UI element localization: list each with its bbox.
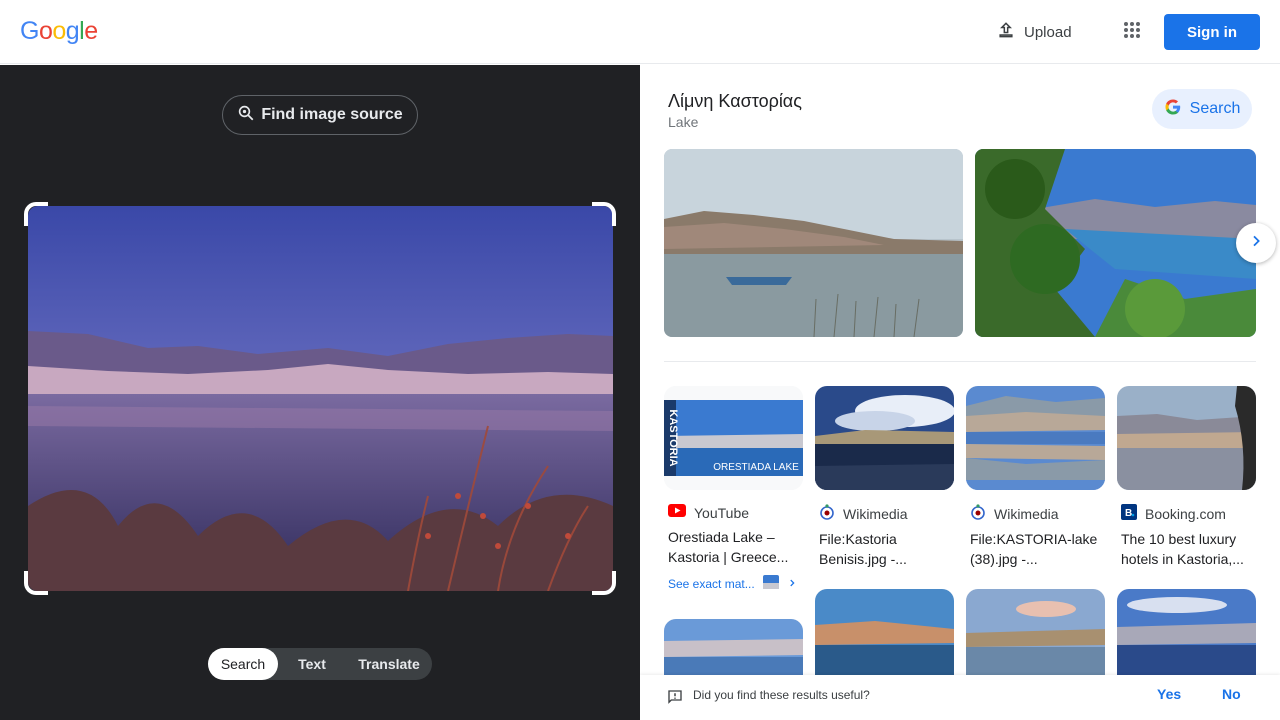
sign-in-button[interactable]: Sign in	[1164, 14, 1260, 50]
logo-letter: e	[84, 17, 98, 45]
result-source: Wikimedia	[815, 504, 955, 523]
see-exact-label: See exact mat...	[668, 576, 755, 591]
apps-button[interactable]	[1114, 14, 1150, 50]
result-source: Wikimedia	[966, 504, 1106, 523]
feedback-no-button[interactable]: No	[1222, 686, 1241, 702]
entity-image-2[interactable]	[975, 149, 1256, 337]
results-panel: Λίμνη Καστορίας Lake Search KASTORIA ORE…	[640, 65, 1280, 720]
source-name: YouTube	[694, 504, 750, 521]
logo-letter: G	[20, 17, 39, 45]
result-thumbnail[interactable]: KASTORIA ORESTIADA LAKE	[664, 386, 803, 490]
section-divider	[664, 361, 1256, 362]
find-image-source-button[interactable]: Find image source	[222, 95, 418, 135]
tab-search[interactable]: Search	[208, 648, 278, 680]
result-card[interactable]: Wikimedia File:KASTORIA-lake (38).jpg -.…	[966, 386, 1106, 569]
upload-button[interactable]: Upload	[984, 14, 1084, 50]
entity-search-label: Search	[1189, 100, 1241, 117]
result-title[interactable]: File:Kastoria Benisis.jpg -...	[815, 529, 955, 569]
svg-text:B: B	[1125, 508, 1132, 519]
crop-handle-bottom-right[interactable]	[592, 571, 616, 595]
chevron-right-icon	[787, 577, 797, 591]
wikimedia-icon	[819, 504, 835, 523]
result-thumbnail[interactable]	[966, 386, 1105, 490]
result-card[interactable]: Wikimedia File:Kastoria Benisis.jpg -...	[815, 386, 955, 569]
entity-type: Lake	[668, 114, 699, 130]
booking-icon: B	[1121, 504, 1137, 523]
tab-translate[interactable]: Translate	[346, 648, 432, 680]
logo-letter: o	[38, 17, 53, 45]
result-source: YouTube	[664, 504, 804, 521]
feedback-bar: Did you find these results useful? Yes N…	[640, 675, 1280, 720]
exact-match-thumbnail-icon	[762, 575, 779, 592]
lens-image-panel: Find image source Search Text Translate	[0, 65, 640, 720]
chevron-right-icon	[1248, 233, 1264, 254]
source-name: Wikimedia	[843, 505, 908, 522]
entity-image-1[interactable]	[664, 149, 963, 337]
result-source: B Booking.com	[1117, 504, 1257, 523]
next-images-button[interactable]	[1236, 223, 1276, 263]
thumb-side-text: KASTORIA	[667, 409, 679, 466]
find-image-source-label: Find image source	[261, 106, 403, 123]
google-logo[interactable]: Google	[20, 17, 98, 46]
crop-handle-top-right[interactable]	[592, 202, 616, 226]
lens-search-icon	[237, 104, 255, 127]
entity-search-button[interactable]: Search	[1152, 89, 1252, 129]
result-card[interactable]: KASTORIA ORESTIADA LAKE YouTube Orestiad…	[664, 386, 804, 592]
tab-text[interactable]: Text	[278, 648, 346, 680]
feedback-yes-button[interactable]: Yes	[1157, 686, 1181, 702]
uploaded-photo	[28, 206, 613, 591]
wikimedia-icon	[970, 504, 986, 523]
logo-letter: o	[52, 17, 66, 45]
apps-grid-icon	[1123, 21, 1141, 44]
crop-handle-top-left[interactable]	[24, 202, 48, 226]
result-title[interactable]: The 10 best luxury hotels in Kastoria,..…	[1117, 529, 1257, 569]
feedback-icon	[666, 688, 684, 711]
lens-mode-selector: Search Text Translate	[208, 648, 432, 680]
result-thumbnail[interactable]	[1117, 386, 1256, 490]
crop-handle-bottom-left[interactable]	[24, 571, 48, 595]
see-exact-matches-link[interactable]: See exact mat...	[664, 575, 804, 592]
source-name: Booking.com	[1145, 505, 1226, 522]
upload-label: Upload	[1024, 23, 1072, 41]
youtube-icon	[668, 504, 686, 521]
logo-letter: g	[65, 17, 80, 45]
upload-icon	[996, 20, 1016, 44]
result-thumbnail[interactable]	[815, 386, 954, 490]
result-card[interactable]: B Booking.com The 10 best luxury hotels …	[1117, 386, 1257, 569]
top-header: Google Upload Sign in	[0, 0, 1280, 64]
entity-title[interactable]: Λίμνη Καστορίας	[668, 91, 802, 112]
result-title[interactable]: File:KASTORIA-lake (38).jpg -...	[966, 529, 1106, 569]
source-name: Wikimedia	[994, 505, 1059, 522]
thumb-caption: ORESTIADA LAKE	[713, 462, 799, 473]
feedback-question: Did you find these results useful?	[693, 688, 870, 702]
google-g-icon	[1164, 98, 1182, 121]
result-title[interactable]: Orestiada Lake – Kastoria | Greece...	[664, 527, 804, 567]
